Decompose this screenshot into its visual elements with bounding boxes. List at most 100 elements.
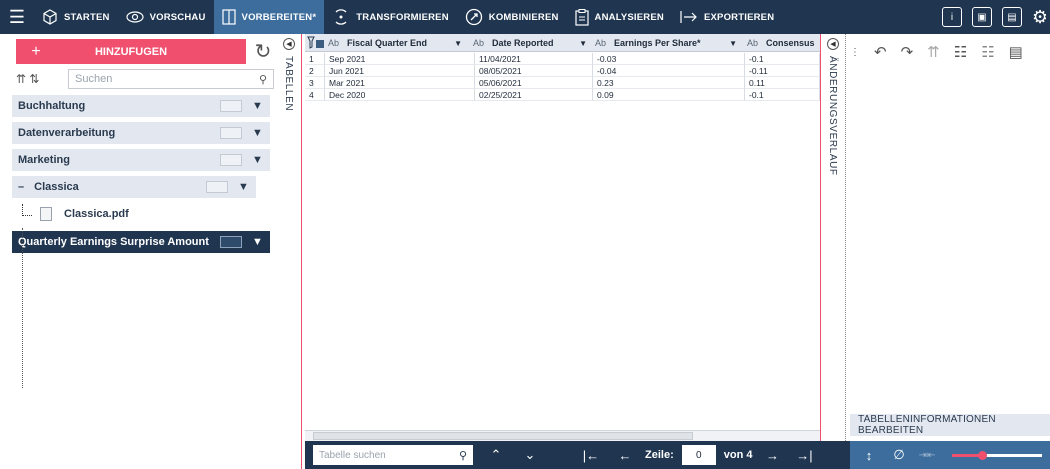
- row-number: 3: [305, 77, 325, 89]
- cell[interactable]: Dec 2020: [325, 89, 475, 101]
- table-grid-icon: [220, 127, 242, 139]
- info-icon[interactable]: i: [942, 7, 962, 27]
- table-grid-icon: [220, 100, 242, 112]
- cell[interactable]: 02/25/2021: [475, 89, 593, 101]
- cell[interactable]: 0.09: [593, 89, 745, 101]
- column-header-date-reported[interactable]: Ab Date Reported ▼: [473, 34, 593, 52]
- refresh-icon[interactable]: ↻: [252, 40, 274, 63]
- tables-vertical-tab[interactable]: ◀ TABELLEN: [278, 34, 302, 469]
- hamburger-menu-icon[interactable]: ☰: [0, 0, 34, 34]
- cell[interactable]: 11/04/2021: [475, 53, 593, 65]
- table-search-input[interactable]: Tabelle suchen ⚲: [313, 445, 473, 465]
- top-toolbar: ☰ STARTEN VORSCHAU VORBEREITEN* TRANSFOR…: [0, 0, 1050, 34]
- cell[interactable]: -0.1: [745, 89, 820, 101]
- change-history-vertical-tab[interactable]: ◀ ÄNDERUNGSVERLAUF: [820, 34, 846, 469]
- add-button[interactable]: + HINZUFUGEN: [16, 39, 246, 64]
- transform-icon: [332, 8, 350, 26]
- redo-icon[interactable]: ↷: [901, 43, 914, 61]
- tab-starten[interactable]: STARTEN: [34, 0, 118, 34]
- column-header-consensus[interactable]: Ab Consensus: [747, 34, 820, 52]
- cell[interactable]: -0.11: [745, 65, 820, 77]
- row-number: 1: [305, 53, 325, 65]
- sort-arrow-icon[interactable]: ▼: [579, 39, 587, 48]
- file-item-classica[interactable]: Classica.pdf: [22, 204, 129, 224]
- zoom-slider[interactable]: [952, 451, 1042, 460]
- table-row[interactable]: 1 Sep 2021 11/04/2021 -0.03 -0.1: [305, 53, 820, 65]
- chevron-down-icon[interactable]: ⌄: [519, 447, 541, 463]
- group-label: Marketing: [18, 154, 70, 166]
- search-input[interactable]: Suchen ⚲: [68, 69, 274, 89]
- table-row[interactable]: 2 Jun 2021 08/05/2021 -0.04 -0.11: [305, 65, 820, 77]
- column-header-fiscal-quarter-end[interactable]: Ab Fiscal Quarter End ▼: [328, 34, 468, 52]
- cell[interactable]: 08/05/2021: [475, 65, 593, 77]
- last-row-icon[interactable]: →|: [794, 448, 814, 463]
- tab-vorbereiten[interactable]: VORBEREITEN*: [213, 0, 325, 34]
- chevron-down-icon[interactable]: ▼: [238, 181, 256, 193]
- group-datenverarbeitung[interactable]: Datenverarbeitung ▼: [12, 122, 270, 144]
- window-icon[interactable]: ▣: [972, 7, 992, 27]
- collapse-all-icon[interactable]: ⇈: [927, 43, 940, 61]
- tab-transformieren[interactable]: TRANSFORMIEREN: [324, 0, 457, 34]
- cell[interactable]: 0.23: [593, 77, 745, 89]
- book-icon[interactable]: ▤: [1002, 7, 1022, 27]
- column-menu-icon[interactable]: [307, 34, 327, 52]
- group-classica[interactable]: – Classica ▼: [12, 176, 256, 198]
- collapse-panel-icon[interactable]: ◀: [283, 38, 295, 50]
- table-row[interactable]: 4 Dec 2020 02/25/2021 0.09 -0.1: [305, 89, 820, 101]
- tab-kombinieren[interactable]: KOMBINIEREN: [457, 0, 567, 34]
- sort-arrow-icon[interactable]: ▼: [454, 39, 462, 48]
- cell[interactable]: Jun 2021: [325, 65, 475, 77]
- add-button-label: HINZUFUGEN: [94, 45, 168, 58]
- zoom-slider-knob[interactable]: [978, 451, 987, 460]
- chevron-down-icon[interactable]: ▼: [252, 154, 270, 166]
- settings-icon[interactable]: ⚙: [1032, 7, 1046, 28]
- collapse-minus-icon[interactable]: –: [18, 181, 24, 193]
- undo-icon[interactable]: ↶: [874, 43, 887, 61]
- column-header-earnings-per-share[interactable]: Ab Earnings Per Share* ▼: [595, 34, 743, 52]
- cell[interactable]: 0.11: [745, 77, 820, 89]
- group-buchhaltung[interactable]: Buchhaltung ▼: [12, 95, 270, 117]
- cell[interactable]: Mar 2021: [325, 77, 475, 89]
- edit-table-info-label: TABELLENINFORMATIONEN BEARBEITEN: [858, 414, 996, 436]
- chevron-down-icon[interactable]: ▼: [252, 100, 270, 112]
- previous-row-icon[interactable]: ←: [615, 448, 635, 463]
- combine-icon: [465, 8, 483, 26]
- tab-analysieren[interactable]: ANALYSIEREN: [567, 0, 672, 34]
- row-number-input[interactable]: 0: [681, 445, 716, 465]
- sort-arrow-icon[interactable]: ▼: [729, 39, 737, 48]
- cell[interactable]: -0.1: [745, 53, 820, 65]
- group-marketing[interactable]: Marketing ▼: [12, 149, 270, 171]
- sort-icon[interactable]: ⇈ ⇅: [16, 72, 68, 86]
- type-badge: Ab: [747, 38, 759, 48]
- table-grid-icon: [206, 181, 228, 193]
- tab-vorschau[interactable]: VORSCHAU: [118, 0, 214, 34]
- edit-table-info-button[interactable]: TABELLENINFORMATIONEN BEARBEITEN: [850, 414, 1050, 436]
- null-values-icon[interactable]: ∅: [890, 447, 908, 463]
- columns-icon: [221, 9, 236, 25]
- column-name: Consensus: [766, 38, 815, 48]
- selected-table-item[interactable]: Quarterly Earnings Surprise Amount ▼: [12, 231, 270, 253]
- table-row[interactable]: 3 Mar 2021 05/06/2021 0.23 0.11: [305, 77, 820, 89]
- history-toolbar: ⋮ ↶ ↷ ⇈ ☷ ☷ ▤: [850, 42, 1023, 62]
- clear-steps-icon[interactable]: ☷: [981, 43, 994, 61]
- cell[interactable]: -0.03: [593, 53, 745, 65]
- compress-columns-icon[interactable]: ⇥⇤: [918, 450, 936, 461]
- cell[interactable]: Sep 2021: [325, 53, 475, 65]
- horizontal-scrollbar[interactable]: [305, 430, 820, 441]
- cell[interactable]: 05/06/2021: [475, 77, 593, 89]
- chevron-down-icon[interactable]: ▼: [252, 127, 270, 139]
- export-steps-icon[interactable]: ▤: [1009, 43, 1023, 61]
- fit-height-icon[interactable]: ↕: [860, 448, 878, 463]
- type-badge: Ab: [328, 38, 340, 48]
- chevron-down-icon[interactable]: ▼: [252, 236, 270, 248]
- tab-vorschau-label: VORSCHAU: [149, 11, 206, 23]
- chevron-up-icon[interactable]: ⌃: [485, 447, 507, 463]
- row-count-label: von 4: [723, 449, 753, 461]
- filter-steps-icon[interactable]: ☷: [954, 43, 967, 61]
- next-row-icon[interactable]: →: [762, 448, 782, 463]
- tab-exportieren[interactable]: EXPORTIEREN: [672, 0, 782, 34]
- first-row-icon[interactable]: |←: [581, 448, 601, 463]
- scrollbar-thumb[interactable]: [313, 432, 693, 440]
- cell[interactable]: -0.04: [593, 65, 745, 77]
- collapse-panel-icon[interactable]: ◀: [827, 38, 839, 50]
